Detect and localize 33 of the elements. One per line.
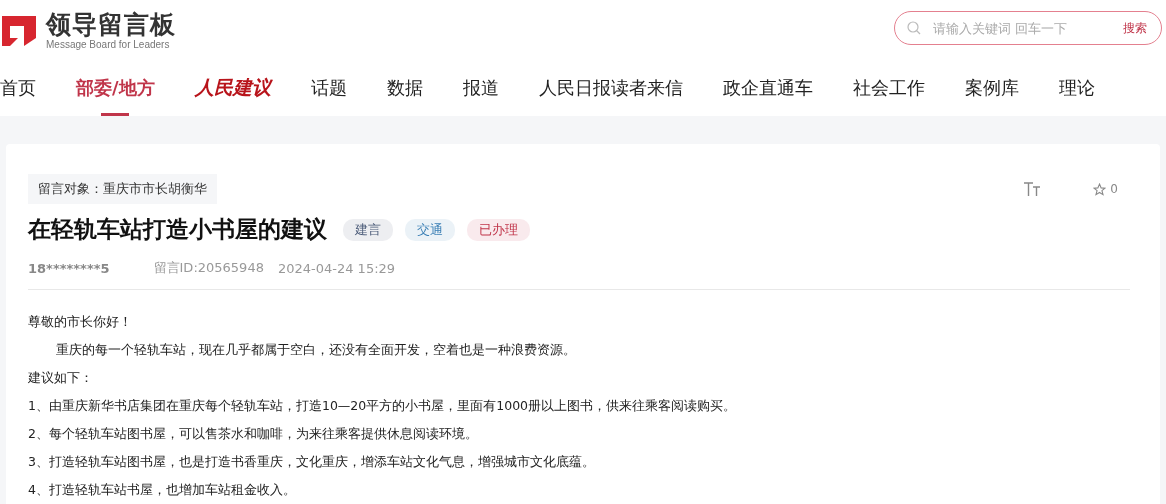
body-paragraph: 1、由重庆新华书店集团在重庆每个轻轨车站，打造10—20平方的小书屋，里面有1000册以上图书，供来往乘客阅读购买。 [28,397,738,415]
nav-tab[interactable]: 数据 [386,60,423,116]
nav-tab[interactable]: 话题 [310,60,347,116]
nav-tab[interactable]: 部委/地方 [76,60,155,116]
message-title: 在轻轨车站打造小书屋的建议 [28,215,327,244]
author-name: 18********5 [28,260,110,276]
message-id: 留言ID:20565948 [153,259,264,277]
category-tag: 交通 [405,218,455,241]
recipient-label: 留言对象：重庆市市长胡衡华 [28,174,217,204]
body-paragraph: 重庆的每一个轻轨车站，现在几乎都属于空白，还没有全面开发，空着也是一种浪费资源。 [54,341,577,359]
message-time: 2024-04-24 15:29 [277,260,396,276]
nav-tab[interactable]: 首页 [0,60,36,116]
body-paragraph: 4、打造轻轨车站书屋，也增加车站租金收入。 [28,481,297,499]
body-paragraph: 2、每个轻轨车站图书屋，可以售茶水和咖啡，为来往乘客提供休息阅读环境。 [28,425,479,443]
body-paragraph: 尊敬的市长你好！ [28,313,133,331]
nav-tab[interactable]: 人民日报读者来信 [538,60,683,116]
nav-tab[interactable]: 社会工作 [852,60,925,116]
site-title: 领导留言板 [46,10,176,39]
nav-logo-link[interactable]: 人民建议 [194,60,271,116]
search-icon [907,21,921,35]
nav-tab[interactable]: 报道 [462,60,499,116]
site-subtitle: Message Board for Leaders [46,38,171,50]
nav-tab[interactable]: 案例库 [964,60,1019,116]
favorite-count: 0 [1110,182,1118,196]
body-paragraph: 3、打造轻轨车站图书屋，也是打造书香重庆，文化重庆，增添车站文化气息，增强城市文化底蕴。 [28,453,596,471]
star-icon[interactable] [1093,182,1107,196]
font-size-icon[interactable] [1023,182,1042,196]
category-tag: 建言 [343,218,393,241]
search-button[interactable]: 搜索 [1123,19,1147,37]
category-tag: 已办理 [467,218,530,241]
nav-tab[interactable]: 理论 [1058,60,1095,116]
nav-tab[interactable]: 政企直通车 [722,60,813,116]
body-paragraph: 建议如下： [28,369,94,387]
